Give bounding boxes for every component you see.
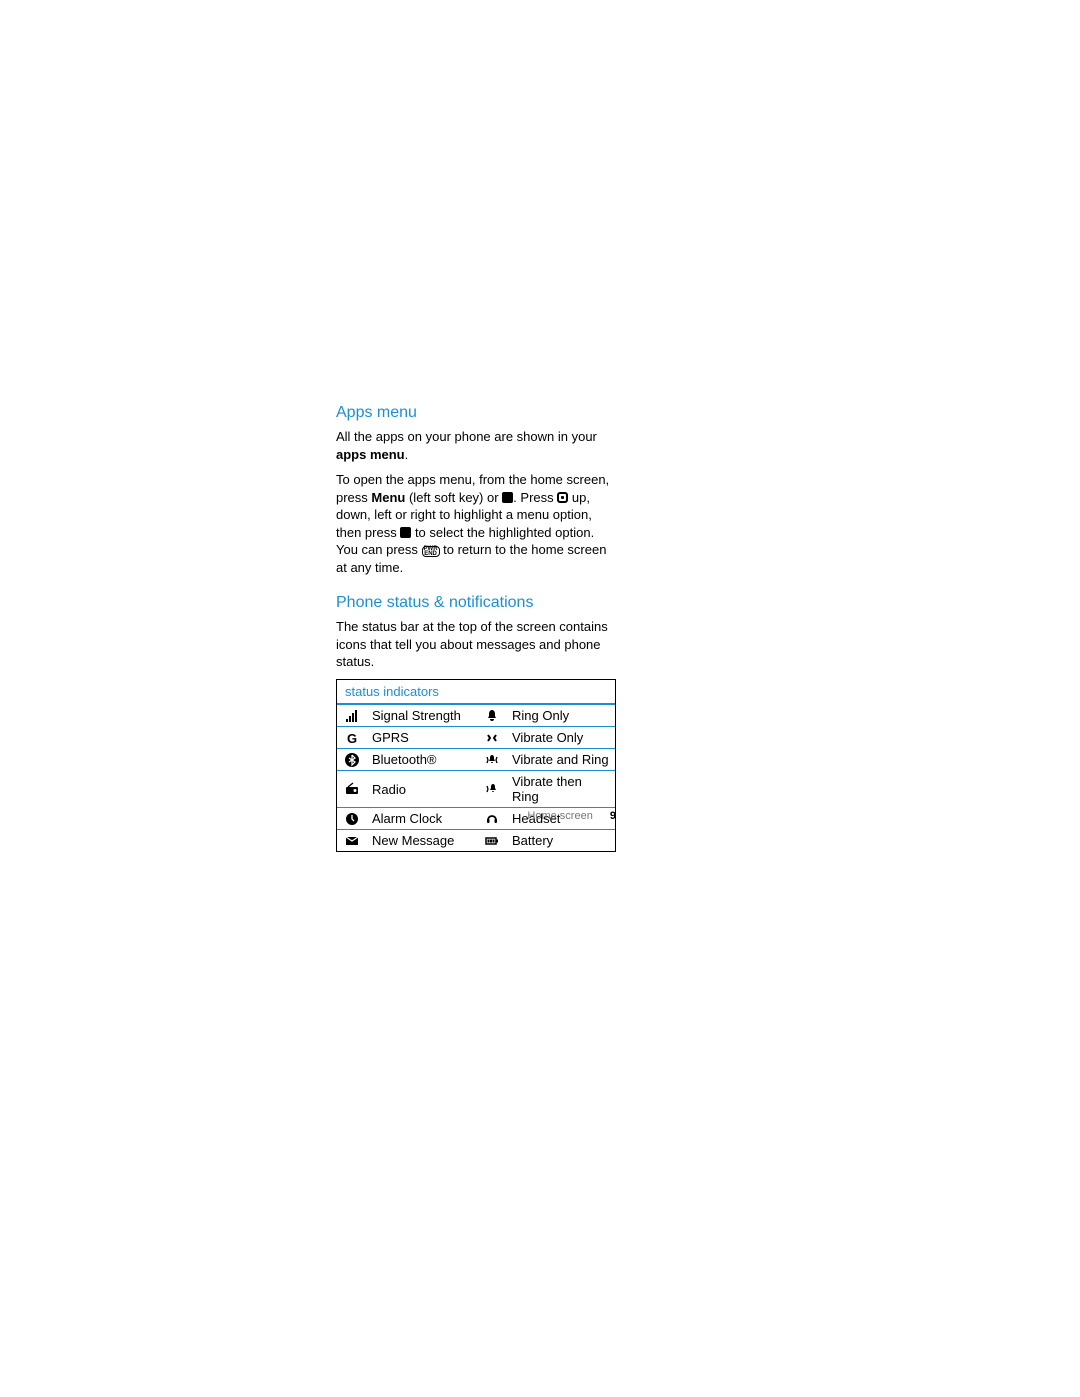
vibrate-only-icon (477, 727, 507, 748)
label: Vibrate then Ring (507, 771, 615, 807)
table-row: New Message Battery (337, 830, 615, 851)
label: Vibrate and Ring (507, 749, 615, 770)
label: GPRS (367, 727, 477, 748)
vibrate-and-ring-icon (477, 749, 507, 770)
text: All the apps on your phone are shown in … (336, 429, 597, 444)
label: New Message (367, 830, 477, 851)
end-key-icon: PWREND (422, 546, 440, 557)
apps-menu-para-1: All the apps on your phone are shown in … (336, 428, 616, 463)
label: Vibrate Only (507, 727, 615, 748)
label: Ring Only (507, 705, 615, 726)
text: . Press (513, 490, 557, 505)
menu-bold: Menu (371, 490, 405, 505)
label: Signal Strength (367, 705, 477, 726)
footer-section: Home screen (527, 810, 592, 822)
apps-menu-heading: Apps menu (336, 404, 616, 422)
center-key-icon (400, 527, 411, 538)
bluetooth-icon (337, 749, 367, 770)
page-content: Apps menu All the apps on your phone are… (336, 404, 616, 852)
new-message-icon (337, 830, 367, 851)
apps-menu-para-2: To open the apps menu, from the home scr… (336, 471, 616, 576)
text: . (405, 447, 409, 462)
table-row: G GPRS Vibrate Only (337, 727, 615, 749)
status-indicators-table: status indicators Signal Strength Ring O… (336, 679, 616, 852)
label: Battery (507, 830, 615, 851)
label: Bluetooth® (367, 749, 477, 770)
page-number: 9 (610, 810, 616, 822)
center-key-icon (502, 492, 513, 503)
vibrate-then-ring-icon (477, 771, 507, 807)
radio-icon (337, 771, 367, 807)
svg-text:G: G (347, 731, 357, 745)
battery-icon (477, 830, 507, 851)
table-header: status indicators (337, 680, 615, 705)
nav-key-icon (557, 492, 568, 503)
table-row: Radio Vibrate then Ring (337, 771, 615, 808)
ring-only-icon (477, 705, 507, 726)
table-row: Bluetooth® Vibrate and Ring (337, 749, 615, 771)
label: Radio (367, 771, 477, 807)
text: (left soft key) or (405, 490, 502, 505)
phone-status-para: The status bar at the top of the screen … (336, 618, 616, 671)
signal-strength-icon (337, 705, 367, 726)
table-row: Signal Strength Ring Only (337, 705, 615, 727)
gprs-icon: G (337, 727, 367, 748)
page-footer: Home screen 9 (336, 810, 616, 822)
apps-menu-bold: apps menu (336, 447, 405, 462)
phone-status-heading: Phone status & notifications (336, 594, 616, 612)
